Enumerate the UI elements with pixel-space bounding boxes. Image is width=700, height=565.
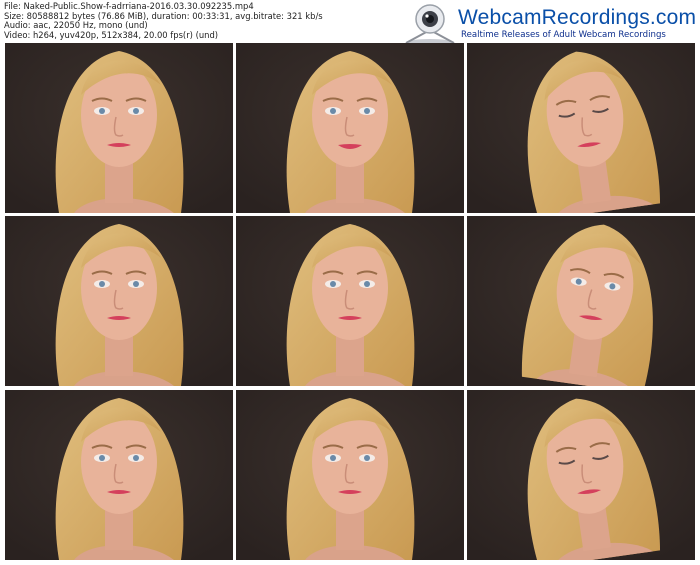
portrait-image bbox=[236, 216, 464, 386]
site-logo: WebcamRecordings.com Realtime Releases o… bbox=[400, 2, 698, 46]
thumbnail[interactable] bbox=[467, 216, 695, 386]
thumbnail[interactable] bbox=[236, 216, 464, 386]
portrait-image bbox=[467, 43, 695, 213]
thumbnail[interactable] bbox=[5, 216, 233, 386]
webcam-icon bbox=[405, 4, 455, 45]
portrait-image bbox=[467, 216, 695, 386]
portrait-image bbox=[5, 216, 233, 386]
portrait-image bbox=[5, 390, 233, 560]
portrait-image bbox=[467, 390, 695, 560]
file-info: File: Naked-Public.Show-f-adrriana-2016.… bbox=[4, 1, 323, 40]
thumbnail[interactable] bbox=[5, 390, 233, 560]
logo-title: WebcamRecordings.com bbox=[458, 6, 697, 29]
portrait-image bbox=[236, 390, 464, 560]
thumbnail[interactable] bbox=[467, 390, 695, 560]
thumbnail[interactable] bbox=[236, 390, 464, 560]
thumbnail[interactable] bbox=[5, 43, 233, 213]
portrait-image bbox=[236, 43, 464, 213]
portrait-image bbox=[5, 43, 233, 213]
logo-tagline: Realtime Releases of Adult Webcam Record… bbox=[461, 30, 666, 40]
thumbnail[interactable] bbox=[236, 43, 464, 213]
thumbnail[interactable] bbox=[467, 43, 695, 213]
video-info: Video: h264, yuv420p, 512x384, 20.00 fps… bbox=[4, 29, 219, 40]
